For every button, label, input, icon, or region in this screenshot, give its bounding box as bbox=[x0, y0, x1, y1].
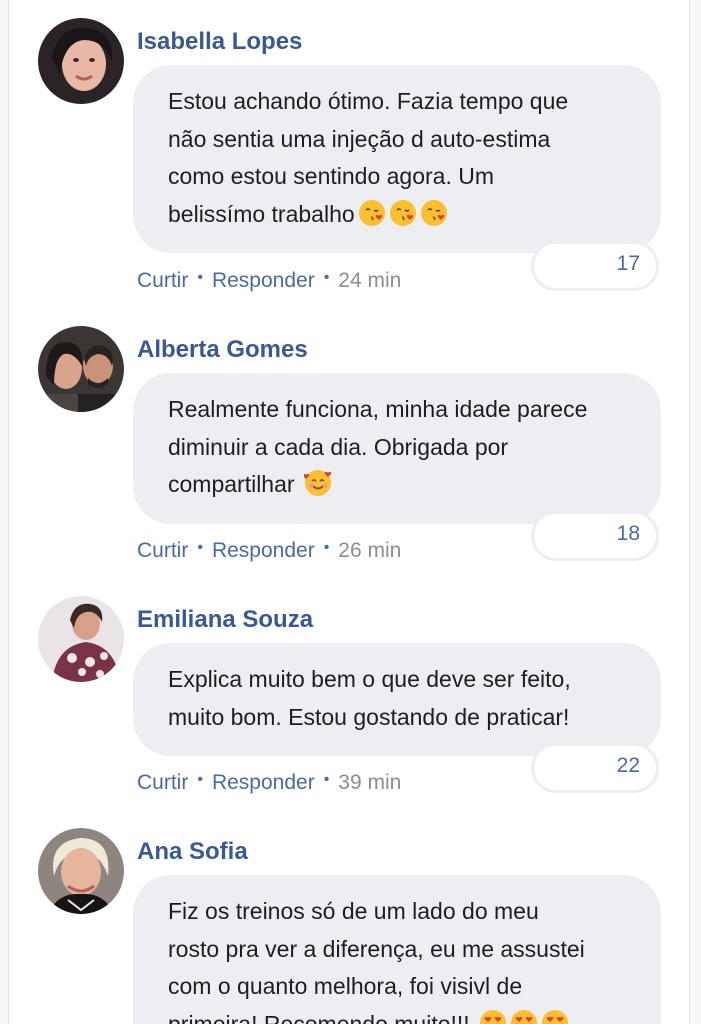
comment-text-line: muito bom. Estou gostando de praticar! bbox=[168, 703, 570, 730]
comment-text-segment: belissímo trabalho bbox=[168, 200, 355, 227]
comment-text-line: belissímo trabalho bbox=[168, 196, 631, 234]
comment-text-line: primeira! Recomendo muito!!! bbox=[168, 1006, 631, 1024]
smiling-face-hearts-icon bbox=[303, 469, 332, 497]
reactions-pill[interactable]: 17 bbox=[534, 244, 656, 288]
comment-timestamp: 24 min bbox=[338, 269, 402, 292]
comment-text-line: rosto pra ver a diferença, eu me assuste… bbox=[168, 935, 585, 962]
reply-link[interactable]: Responder bbox=[212, 539, 315, 562]
comment-text-line: compartilhar bbox=[168, 466, 631, 504]
comment-text-line: Fiz os treinos só de um lado do meu bbox=[168, 898, 539, 924]
comment-bubble: Realmente funciona, minha idade parece d… bbox=[133, 373, 661, 524]
reaction-count: 17 bbox=[616, 252, 640, 275]
comment-text-line: Realmente funciona, minha idade parece bbox=[168, 396, 588, 422]
comment-timestamp: 39 min bbox=[338, 771, 402, 794]
separator-dot: • bbox=[197, 539, 203, 556]
comment-bubble: Estou achando ótimo. Fazia tempo que não… bbox=[133, 65, 661, 253]
like-link[interactable]: Curtir bbox=[137, 771, 188, 794]
reply-link[interactable]: Responder bbox=[212, 771, 315, 794]
comment-author[interactable]: Alberta Gomes bbox=[137, 335, 308, 365]
comment-author[interactable]: Ana Sofia bbox=[137, 837, 248, 867]
avatar[interactable] bbox=[38, 326, 124, 412]
comment-text-segment: compartilhar bbox=[168, 471, 295, 497]
avatar[interactable] bbox=[38, 596, 124, 682]
comment-text-line: Explica muito bem o que deve ser feito, bbox=[168, 666, 571, 692]
comment-bubble: Fiz os treinos só de um lado do meu rost… bbox=[133, 875, 661, 1024]
comment-text-segment: primeira! Recomendo muito!!! bbox=[168, 1010, 470, 1024]
heart-eyes-face-icon bbox=[479, 1009, 507, 1024]
kissing-face-icon bbox=[358, 199, 386, 227]
separator-dot: • bbox=[323, 269, 330, 286]
comment-bubble: Explica muito bem o que deve ser feito, … bbox=[133, 643, 661, 756]
reactions-pill[interactable]: 22 bbox=[534, 746, 656, 790]
comment-text-line: não sentia uma injeção d auto-estima bbox=[168, 125, 551, 152]
heart-eyes-face-icon bbox=[510, 1009, 538, 1024]
heart-eyes-emojis bbox=[476, 1009, 569, 1024]
reaction-count: 22 bbox=[616, 754, 640, 777]
separator-dot: • bbox=[323, 539, 330, 556]
reactions-pill[interactable]: 18 bbox=[534, 514, 656, 558]
separator-dot: • bbox=[197, 771, 203, 788]
comment-actions: Curtir • Responder • 39 min bbox=[137, 770, 401, 798]
heart-eyes-face-icon bbox=[541, 1009, 569, 1024]
kissing-face-icon bbox=[389, 199, 417, 227]
avatar[interactable] bbox=[38, 18, 124, 104]
comments-feed: Isabella Lopes Estou achando ótimo. Fazi… bbox=[0, 0, 701, 1024]
comment-text-line: diminuir a cada dia. Obrigada por bbox=[168, 433, 509, 460]
avatar[interactable] bbox=[38, 828, 124, 914]
like-link[interactable]: Curtir bbox=[137, 539, 188, 562]
comment-author[interactable]: Isabella Lopes bbox=[137, 27, 302, 57]
like-link[interactable]: Curtir bbox=[137, 269, 188, 292]
comment-actions: Curtir • Responder • 26 min bbox=[137, 538, 401, 566]
comment-actions: Curtir • Responder • 24 min bbox=[137, 268, 401, 296]
separator-dot: • bbox=[323, 771, 330, 788]
comment-author[interactable]: Emiliana Souza bbox=[137, 605, 313, 635]
kissing-face-emojis bbox=[355, 199, 448, 227]
reply-link[interactable]: Responder bbox=[212, 269, 315, 292]
kissing-face-icon bbox=[420, 199, 448, 227]
separator-dot: • bbox=[197, 269, 203, 286]
comment-timestamp: 26 min bbox=[338, 539, 402, 562]
comment-text-line: Estou achando ótimo. Fazia tempo que bbox=[168, 88, 569, 114]
reaction-count: 18 bbox=[616, 522, 640, 545]
comment-text-line: como estou sentindo agora. Um bbox=[168, 163, 495, 189]
comment-text-line: com o quanto melhora, foi visivl de bbox=[168, 973, 523, 999]
